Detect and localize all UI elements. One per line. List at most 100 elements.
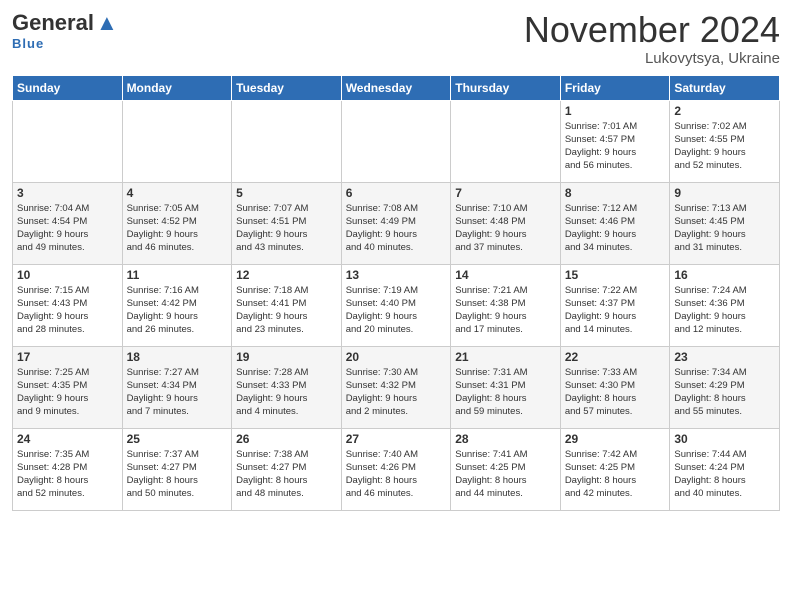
table-row: 21 Sunrise: 7:31 AM Sunset: 4:31 PM Dayli…: [451, 346, 561, 428]
day-number: 30: [674, 432, 775, 446]
day-info: Sunrise: 7:19 AM Sunset: 4:40 PM Dayligh…: [346, 284, 447, 337]
table-row: 4Sunrise: 7:05 AM Sunset: 4:52 PM Daylig…: [122, 182, 232, 264]
day-number: 15: [565, 268, 666, 282]
day-info: Sunrise: 7:27 AM Sunset: 4:34 PM Dayligh…: [127, 366, 228, 419]
table-row: 30 Sunrise: 7:44 AM Sunset: 4:24 PM Dayli…: [670, 428, 780, 510]
table-row: 23 Sunrise: 7:34 AM Sunset: 4:29 PM Dayli…: [670, 346, 780, 428]
table-row: 20Sunrise: 7:30 AM Sunset: 4:32 PM Dayli…: [341, 346, 451, 428]
day-number: 3: [17, 186, 118, 200]
page-container: General ▲ Blue November 2024 Lukovytsya,…: [0, 0, 792, 519]
col-saturday: Saturday: [670, 75, 780, 100]
day-number: 24: [17, 432, 118, 446]
day-info: Sunrise: 7:05 AM Sunset: 4:52 PM Dayligh…: [127, 202, 228, 255]
col-monday: Monday: [122, 75, 232, 100]
day-number: 16: [674, 268, 775, 282]
month-title: November 2024: [524, 10, 780, 50]
day-number: 25: [127, 432, 228, 446]
col-friday: Friday: [560, 75, 670, 100]
day-info: Sunrise: 7:10 AM Sunset: 4:48 PM Dayligh…: [455, 202, 556, 255]
day-number: 1: [565, 104, 666, 118]
day-number: 27: [346, 432, 447, 446]
day-info: Sunrise: 7:34 AM Sunset: 4:29 PM Dayligh…: [674, 366, 775, 419]
day-info: Sunrise: 7:02 AM Sunset: 4:55 PM Dayligh…: [674, 120, 775, 173]
day-info: Sunrise: 7:44 AM Sunset: 4:24 PM Dayligh…: [674, 448, 775, 501]
table-row: 11 Sunrise: 7:16 AM Sunset: 4:42 PM Dayli…: [122, 264, 232, 346]
table-row: 7 Sunrise: 7:10 AM Sunset: 4:48 PM Daylig…: [451, 182, 561, 264]
day-info: Sunrise: 7:33 AM Sunset: 4:30 PM Dayligh…: [565, 366, 666, 419]
table-row: 22 Sunrise: 7:33 AM Sunset: 4:30 PM Dayli…: [560, 346, 670, 428]
table-row: 12Sunrise: 7:18 AM Sunset: 4:41 PM Dayli…: [232, 264, 342, 346]
table-row: 15 Sunrise: 7:22 AM Sunset: 4:37 PM Dayli…: [560, 264, 670, 346]
day-info: Sunrise: 7:30 AM Sunset: 4:32 PM Dayligh…: [346, 366, 447, 419]
day-info: Sunrise: 7:24 AM Sunset: 4:36 PM Dayligh…: [674, 284, 775, 337]
day-info: Sunrise: 7:41 AM Sunset: 4:25 PM Dayligh…: [455, 448, 556, 501]
logo-line: General ▲: [12, 10, 118, 36]
day-info: Sunrise: 7:04 AM Sunset: 4:54 PM Dayligh…: [17, 202, 118, 255]
calendar-table: Sunday Monday Tuesday Wednesday Thursday…: [12, 75, 780, 511]
day-number: 9: [674, 186, 775, 200]
table-row: [341, 100, 451, 182]
day-info: Sunrise: 7:16 AM Sunset: 4:42 PM Dayligh…: [127, 284, 228, 337]
day-number: 23: [674, 350, 775, 364]
table-row: 1 Sunrise: 7:01 AM Sunset: 4:57 PM Daylig…: [560, 100, 670, 182]
table-row: 27 Sunrise: 7:40 AM Sunset: 4:26 PM Dayli…: [341, 428, 451, 510]
day-number: 29: [565, 432, 666, 446]
title-block: November 2024 Lukovytsya, Ukraine: [524, 10, 780, 67]
logo-general-text: General: [12, 10, 94, 36]
table-row: 9 Sunrise: 7:13 AM Sunset: 4:45 PM Daylig…: [670, 182, 780, 264]
day-info: Sunrise: 7:35 AM Sunset: 4:28 PM Dayligh…: [17, 448, 118, 501]
day-number: 10: [17, 268, 118, 282]
week-row-5: 24 Sunrise: 7:35 AM Sunset: 4:28 PM Dayli…: [13, 428, 780, 510]
day-info: Sunrise: 7:07 AM Sunset: 4:51 PM Dayligh…: [236, 202, 337, 255]
day-number: 22: [565, 350, 666, 364]
table-row: 8Sunrise: 7:12 AM Sunset: 4:46 PM Daylig…: [560, 182, 670, 264]
week-row-3: 10 Sunrise: 7:15 AM Sunset: 4:43 PM Dayli…: [13, 264, 780, 346]
table-row: 26Sunrise: 7:38 AM Sunset: 4:27 PM Dayli…: [232, 428, 342, 510]
day-number: 7: [455, 186, 556, 200]
location: Lukovytsya, Ukraine: [524, 50, 780, 67]
day-info: Sunrise: 7:12 AM Sunset: 4:46 PM Dayligh…: [565, 202, 666, 255]
day-number: 28: [455, 432, 556, 446]
day-info: Sunrise: 7:37 AM Sunset: 4:27 PM Dayligh…: [127, 448, 228, 501]
day-info: Sunrise: 7:08 AM Sunset: 4:49 PM Dayligh…: [346, 202, 447, 255]
week-row-2: 3 Sunrise: 7:04 AM Sunset: 4:54 PM Daylig…: [13, 182, 780, 264]
table-row: 17 Sunrise: 7:25 AM Sunset: 4:35 PM Dayli…: [13, 346, 123, 428]
day-number: 13: [346, 268, 447, 282]
day-number: 19: [236, 350, 337, 364]
table-row: 13 Sunrise: 7:19 AM Sunset: 4:40 PM Dayli…: [341, 264, 451, 346]
calendar-header-row: Sunday Monday Tuesday Wednesday Thursday…: [13, 75, 780, 100]
day-number: 6: [346, 186, 447, 200]
day-info: Sunrise: 7:22 AM Sunset: 4:37 PM Dayligh…: [565, 284, 666, 337]
day-info: Sunrise: 7:31 AM Sunset: 4:31 PM Dayligh…: [455, 366, 556, 419]
day-info: Sunrise: 7:25 AM Sunset: 4:35 PM Dayligh…: [17, 366, 118, 419]
day-number: 21: [455, 350, 556, 364]
table-row: 19 Sunrise: 7:28 AM Sunset: 4:33 PM Dayli…: [232, 346, 342, 428]
day-info: Sunrise: 7:40 AM Sunset: 4:26 PM Dayligh…: [346, 448, 447, 501]
day-number: 11: [127, 268, 228, 282]
table-row: 16 Sunrise: 7:24 AM Sunset: 4:36 PM Dayli…: [670, 264, 780, 346]
day-info: Sunrise: 7:28 AM Sunset: 4:33 PM Dayligh…: [236, 366, 337, 419]
day-info: Sunrise: 7:38 AM Sunset: 4:27 PM Dayligh…: [236, 448, 337, 501]
col-thursday: Thursday: [451, 75, 561, 100]
day-info: Sunrise: 7:42 AM Sunset: 4:25 PM Dayligh…: [565, 448, 666, 501]
table-row: 29 Sunrise: 7:42 AM Sunset: 4:25 PM Dayli…: [560, 428, 670, 510]
table-row: 14Sunrise: 7:21 AM Sunset: 4:38 PM Dayli…: [451, 264, 561, 346]
table-row: [451, 100, 561, 182]
day-number: 14: [455, 268, 556, 282]
day-info: Sunrise: 7:18 AM Sunset: 4:41 PM Dayligh…: [236, 284, 337, 337]
table-row: 24 Sunrise: 7:35 AM Sunset: 4:28 PM Dayli…: [13, 428, 123, 510]
day-number: 2: [674, 104, 775, 118]
col-tuesday: Tuesday: [232, 75, 342, 100]
week-row-1: 1 Sunrise: 7:01 AM Sunset: 4:57 PM Daylig…: [13, 100, 780, 182]
logo-underline-text: Blue: [12, 36, 44, 51]
table-row: 18Sunrise: 7:27 AM Sunset: 4:34 PM Dayli…: [122, 346, 232, 428]
table-row: 28 Sunrise: 7:41 AM Sunset: 4:25 PM Dayli…: [451, 428, 561, 510]
day-info: Sunrise: 7:15 AM Sunset: 4:43 PM Dayligh…: [17, 284, 118, 337]
day-number: 5: [236, 186, 337, 200]
table-row: 2 Sunrise: 7:02 AM Sunset: 4:55 PM Daylig…: [670, 100, 780, 182]
day-info: Sunrise: 7:01 AM Sunset: 4:57 PM Dayligh…: [565, 120, 666, 173]
col-wednesday: Wednesday: [341, 75, 451, 100]
day-info: Sunrise: 7:13 AM Sunset: 4:45 PM Dayligh…: [674, 202, 775, 255]
day-number: 17: [17, 350, 118, 364]
logo: General ▲ Blue: [12, 10, 118, 51]
